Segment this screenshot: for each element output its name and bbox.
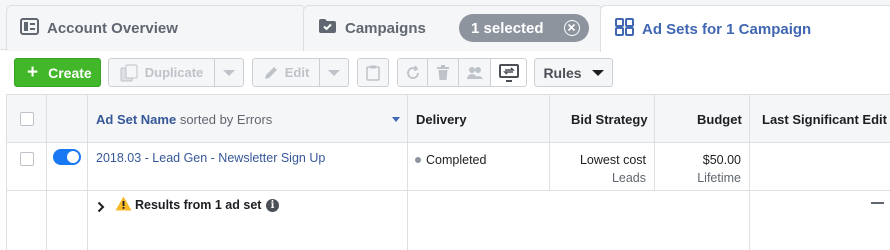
tab-account-overview[interactable]: Account Overview: [6, 5, 306, 51]
refresh-icon: [405, 65, 421, 81]
chevron-right-icon[interactable]: [97, 200, 105, 218]
tab-account-overview-label: Account Overview: [47, 20, 178, 37]
chevron-down-icon: [328, 69, 340, 76]
clipboard-icon: [366, 65, 380, 81]
duplicate-button-label: Duplicate: [144, 65, 204, 80]
column-header-last-edit[interactable]: Last Significant Edit: [762, 112, 887, 127]
table-header: Ad Set Name sorted by Errors Delivery Bi…: [7, 95, 890, 143]
column-header-name[interactable]: Ad Set Name sorted by Errors: [96, 112, 272, 127]
tab-campaigns-label: Campaigns: [345, 20, 426, 37]
row-checkbox[interactable]: [20, 152, 34, 166]
edit-button[interactable]: Edit: [252, 58, 320, 87]
select-all-checkbox[interactable]: [20, 112, 34, 126]
audience-button[interactable]: [458, 58, 491, 87]
ad-set-name-link[interactable]: 2018.03 - Lead Gen - Newsletter Sign Up: [96, 151, 325, 165]
tab-ad-sets-label: Ad Sets for 1 Campaign: [642, 20, 812, 38]
delete-button[interactable]: [427, 58, 459, 87]
people-icon: [466, 65, 484, 81]
column-header-budget[interactable]: Budget: [697, 112, 742, 127]
compare-button[interactable]: [490, 58, 527, 87]
ad-set-toggle[interactable]: [53, 149, 81, 165]
warning-icon: [115, 196, 132, 216]
toolbar: + Create Duplicate Edit Rules: [0, 51, 890, 94]
ad-sets-table: Ad Set Name sorted by Errors Delivery Bi…: [6, 94, 890, 250]
collapse-dash-icon: [871, 202, 884, 204]
refresh-button[interactable]: [397, 58, 428, 87]
account-overview-icon: [20, 17, 39, 40]
tab-ad-sets[interactable]: Ad Sets for 1 Campaign: [600, 5, 890, 52]
selected-count-pill[interactable]: 1 selected: [459, 14, 589, 42]
selected-count-label: 1 selected: [471, 19, 544, 37]
budget-subtext: Lifetime: [697, 171, 741, 185]
plus-icon: +: [27, 62, 39, 83]
edit-button-label: Edit: [284, 65, 310, 80]
folder-check-icon: [318, 18, 337, 39]
duplicate-icon: [120, 64, 139, 82]
column-header-delivery[interactable]: Delivery: [416, 112, 467, 127]
rules-button-label: Rules: [543, 64, 582, 81]
bid-strategy-subtext: Leads: [611, 171, 646, 185]
rules-button[interactable]: Rules: [534, 58, 613, 87]
clear-selection-icon[interactable]: [564, 20, 580, 36]
sort-descending-icon[interactable]: [392, 117, 400, 122]
summary-label: Results from 1 ad set: [135, 198, 262, 212]
create-button-label: Create: [48, 64, 92, 81]
trash-icon: [436, 64, 450, 81]
column-header-bid-strategy[interactable]: Bid Strategy: [571, 112, 648, 127]
table-row[interactable]: 2018.03 - Lead Gen - Newsletter Sign Up …: [7, 143, 890, 191]
duplicate-button[interactable]: Duplicate: [108, 58, 215, 87]
delivery-status: Completed: [415, 153, 486, 167]
status-dot-icon: [415, 156, 421, 163]
budget-value: $50.00: [702, 153, 741, 167]
chevron-down-icon: [223, 69, 235, 76]
clipboard-button[interactable]: [357, 58, 389, 87]
ad-sets-grid-icon: [615, 17, 634, 41]
column-header-name-label: Ad Set Name: [96, 112, 177, 127]
edit-dropdown-button[interactable]: [319, 58, 349, 87]
column-header-sort-note: sorted by Errors: [179, 112, 273, 127]
duplicate-dropdown-button[interactable]: [214, 58, 244, 87]
compare-icon: [498, 63, 519, 82]
create-button[interactable]: + Create: [14, 58, 101, 87]
tab-bar: Account Overview Campaigns 1 selected Ad…: [0, 0, 890, 52]
bid-strategy-value: Lowest cost: [579, 153, 646, 167]
info-icon[interactable]: i: [266, 199, 279, 212]
toggle-knob: [67, 151, 79, 163]
delivery-status-label: Completed: [426, 153, 487, 167]
tab-campaigns[interactable]: Campaigns 1 selected: [303, 5, 603, 51]
chevron-down-icon: [591, 69, 604, 76]
pencil-icon: [263, 65, 279, 81]
